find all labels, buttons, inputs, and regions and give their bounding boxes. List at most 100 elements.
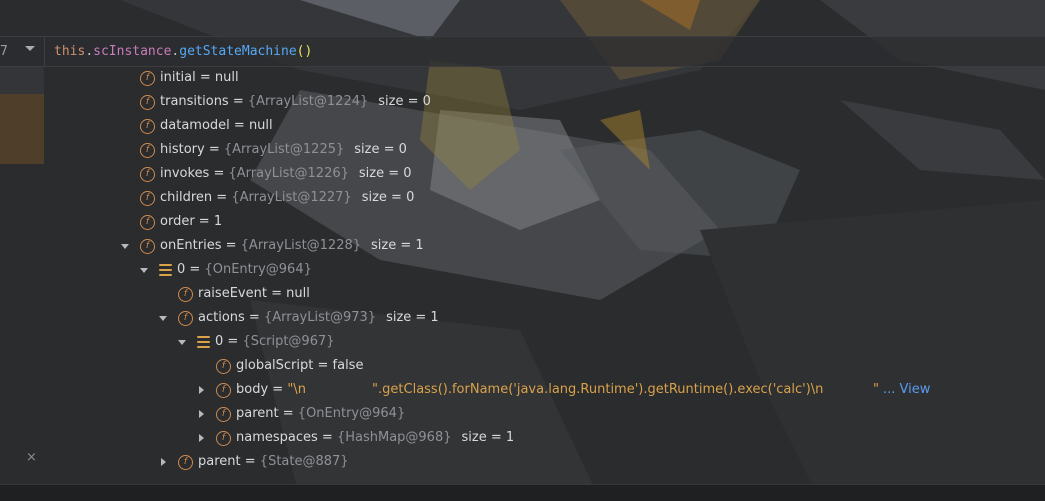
variable-value: {Script@967}	[242, 334, 335, 349]
equals-sign: =	[266, 286, 287, 301]
expression-text[interactable]: this.scInstance.getStateMachine()	[54, 37, 312, 66]
collection-size: size = 0	[354, 142, 407, 157]
variable-value: {ArrayList@1228}	[240, 238, 362, 253]
expr-parens: ()	[296, 44, 313, 59]
variable-value: {OnEntry@964}	[297, 406, 406, 421]
equals-sign: =	[204, 142, 224, 157]
variable-name: raiseEvent	[198, 286, 267, 301]
bottom-bar	[0, 484, 1045, 501]
left-gutter: ×	[0, 66, 44, 486]
expression-bar[interactable]: 7 this.scInstance.getStateMachine()	[0, 36, 1045, 67]
view-link[interactable]: ... View	[883, 378, 930, 402]
equals-sign: =	[212, 190, 232, 205]
tree-row[interactable]: f raiseEvent = null	[156, 282, 310, 306]
field-icon: f	[140, 238, 155, 254]
variable-value: {ArrayList@1227}	[231, 190, 352, 205]
field-icon: f	[216, 406, 231, 422]
variable-name: 0	[215, 334, 224, 349]
field-icon: f	[216, 358, 231, 374]
expr-dot: .	[85, 44, 94, 59]
field-icon: f	[140, 166, 155, 182]
collection-size: size = 0	[378, 94, 431, 109]
variable-name: order	[160, 214, 195, 229]
field-icon: f	[140, 94, 155, 110]
field-icon: f	[178, 286, 193, 302]
field-icon: f	[178, 310, 193, 326]
tree-row[interactable]: f parent = {State@887}	[156, 450, 349, 474]
tree-row[interactable]: f body = "\n ".getClass().forName('java.l…	[194, 378, 930, 402]
chevron-right-icon[interactable]	[156, 455, 170, 469]
expr-method: getStateMachine	[179, 44, 297, 59]
variable-value: {ArrayList@1226}	[228, 166, 349, 181]
gutter-highlight	[0, 94, 44, 164]
equals-sign: =	[194, 214, 214, 229]
variable-value: {ArrayList@973}	[263, 310, 377, 325]
array-element-icon	[197, 335, 210, 349]
tree-row[interactable]: f children = {ArrayList@1227} size = 0	[118, 186, 414, 210]
tree-row[interactable]: f order = 1	[118, 210, 222, 234]
variable-name: namespaces	[236, 430, 318, 445]
equals-sign: =	[278, 406, 298, 421]
chevron-down-icon[interactable]	[175, 335, 189, 349]
line-number: 7	[0, 44, 8, 59]
chevron-right-icon[interactable]	[194, 407, 208, 421]
tree-row[interactable]: f parent = {OnEntry@964}	[194, 402, 405, 426]
tree-row[interactable]: f history = {ArrayList@1225} size = 0	[118, 138, 407, 162]
chevron-right-icon[interactable]	[194, 383, 208, 397]
tree-row[interactable]: f datamodel = null	[118, 114, 273, 138]
field-icon: f	[140, 190, 155, 206]
variable-name: parent	[198, 454, 241, 469]
equals-sign: =	[317, 430, 337, 445]
tree-row[interactable]: f invokes = {ArrayList@1226} size = 0	[118, 162, 412, 186]
equals-sign: =	[244, 310, 264, 325]
equals-sign: =	[268, 382, 288, 397]
field-icon: f	[140, 70, 155, 86]
collection-size: size = 1	[371, 238, 424, 253]
field-icon: f	[140, 142, 155, 158]
gutter-block	[0, 66, 44, 94]
field-icon: f	[216, 430, 231, 446]
tree-row[interactable]: f initial = null	[118, 66, 239, 90]
variable-name: children	[160, 190, 213, 205]
equals-sign: =	[209, 166, 229, 181]
field-icon: f	[140, 118, 155, 134]
variable-value: {OnEntry@964}	[204, 262, 312, 277]
tree-row[interactable]: f globalScript = false	[194, 354, 363, 378]
field-icon: f	[178, 454, 193, 470]
chevron-down-icon[interactable]	[25, 46, 35, 51]
variable-name: datamodel	[160, 118, 230, 133]
variable-name: transitions	[160, 94, 229, 109]
close-icon[interactable]: ×	[26, 450, 37, 465]
variable-value: "\n ".getClass().forName('java.lang.Runt…	[287, 382, 879, 397]
tree-row[interactable]: f onEntries = {ArrayList@1228} size = 1	[118, 234, 424, 258]
tree-row[interactable]: f actions = {ArrayList@973} size = 1	[156, 306, 439, 330]
equals-sign: =	[229, 118, 249, 133]
equals-sign: =	[221, 238, 241, 253]
equals-sign: =	[195, 70, 215, 85]
variable-value: null	[214, 70, 239, 85]
variable-value: null	[286, 286, 310, 301]
variable-value: {HashMap@968}	[336, 430, 452, 445]
variable-value: {ArrayList@1225}	[223, 142, 345, 157]
chevron-right-icon[interactable]	[194, 431, 208, 445]
chevron-down-icon[interactable]	[156, 311, 170, 325]
variable-name: parent	[236, 406, 279, 421]
tree-row[interactable]: f transitions = {ArrayList@1224} size = 0	[118, 90, 431, 114]
variable-value: false	[332, 358, 364, 373]
variable-name: history	[160, 142, 205, 157]
variable-name: globalScript	[236, 358, 314, 373]
expr-field: scInstance	[93, 44, 172, 59]
tree-row[interactable]: f namespaces = {HashMap@968} size = 1	[194, 426, 514, 450]
variable-value: null	[248, 118, 273, 133]
tree-row[interactable]: 0 = {OnEntry@964}	[137, 258, 312, 282]
chevron-down-icon[interactable]	[137, 263, 151, 277]
tree-row[interactable]: 0 = {Script@967}	[175, 330, 335, 354]
collection-size: size = 0	[358, 166, 412, 181]
variable-name: body	[236, 382, 269, 397]
variable-name: actions	[198, 310, 245, 325]
equals-sign: =	[223, 334, 243, 349]
array-element-icon	[159, 263, 172, 277]
variable-name: initial	[160, 70, 196, 85]
chevron-down-icon[interactable]	[118, 239, 132, 253]
variable-name: invokes	[160, 166, 210, 181]
